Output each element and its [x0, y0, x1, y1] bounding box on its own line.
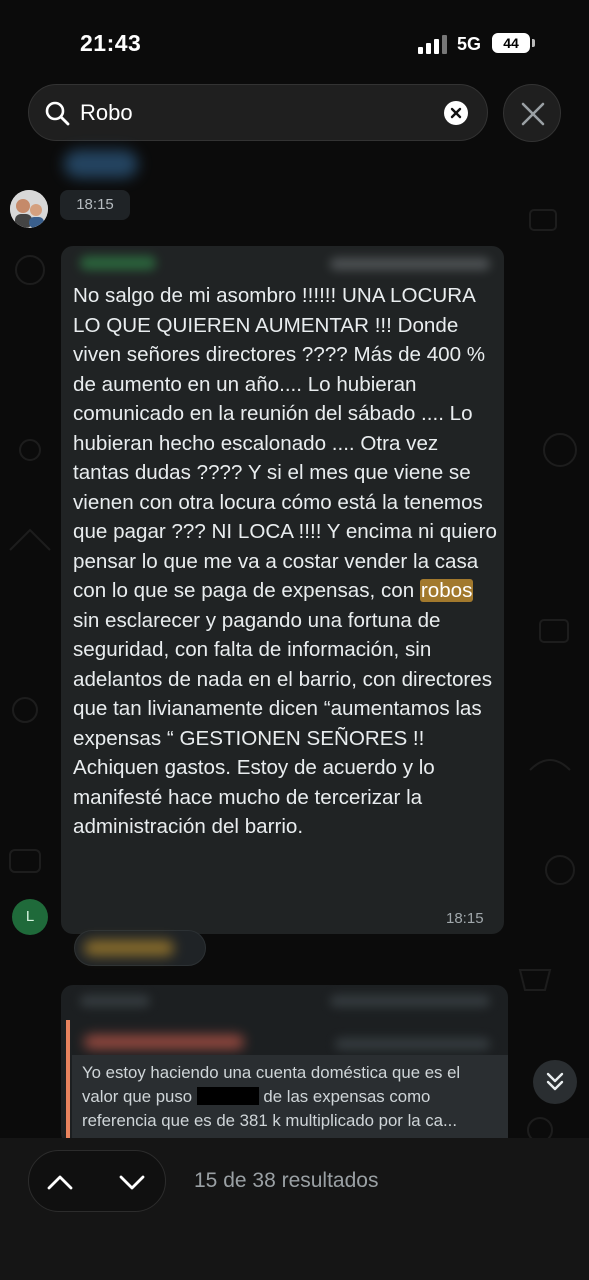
redacted-quote-name	[84, 1035, 244, 1049]
quote-bar	[66, 1020, 70, 1138]
signal-icon	[418, 34, 448, 54]
scroll-to-bottom-button[interactable]	[533, 1060, 577, 1104]
close-search-button[interactable]	[503, 84, 561, 142]
search-icon	[45, 101, 70, 126]
double-chevron-down-icon	[546, 1072, 564, 1091]
status-bar: 21:43 5G 44	[0, 0, 589, 80]
clear-search-button[interactable]	[444, 101, 468, 125]
message-time: 18:15	[446, 910, 484, 927]
blurred-sticker	[64, 150, 138, 178]
chevron-up-icon	[47, 1175, 73, 1190]
battery-nub	[532, 39, 535, 47]
battery-icon: 44	[492, 33, 530, 53]
network-label: 5G	[457, 34, 482, 54]
message-text-after: sin esclarecer y pagando una fortuna de …	[73, 608, 493, 839]
message-text: No salgo de mi asombro !!!!!! UNA LOCURA…	[73, 281, 498, 842]
message-text-before: No salgo de mi asombro !!!!!! UNA LOCURA…	[73, 284, 497, 602]
quoted-message-text: Yo estoy haciendo una cuenta doméstica q…	[82, 1061, 498, 1133]
avatar[interactable]: L	[12, 899, 48, 935]
redacted-sender-name	[80, 256, 156, 270]
chevron-down-icon	[119, 1175, 145, 1190]
search-highlight: robos	[419, 579, 474, 602]
redacted-sender-name	[80, 995, 150, 1007]
redaction-box	[196, 1087, 259, 1105]
avatar[interactable]	[10, 190, 48, 228]
results-count: 15 de 38 resultados	[194, 1169, 379, 1192]
next-result-button[interactable]	[116, 1166, 148, 1198]
redacted-sender-info	[330, 995, 490, 1007]
battery-level: 44	[503, 35, 519, 51]
redacted-sender-info	[330, 258, 490, 270]
redacted-reaction	[84, 940, 174, 956]
redacted-quote-info	[335, 1038, 490, 1050]
close-icon	[521, 102, 545, 126]
previous-result-button[interactable]	[44, 1166, 76, 1198]
search-input[interactable]	[80, 99, 420, 127]
clear-icon	[450, 107, 462, 119]
status-time: 21:43	[80, 30, 142, 56]
message-time: 18:15	[60, 190, 130, 220]
